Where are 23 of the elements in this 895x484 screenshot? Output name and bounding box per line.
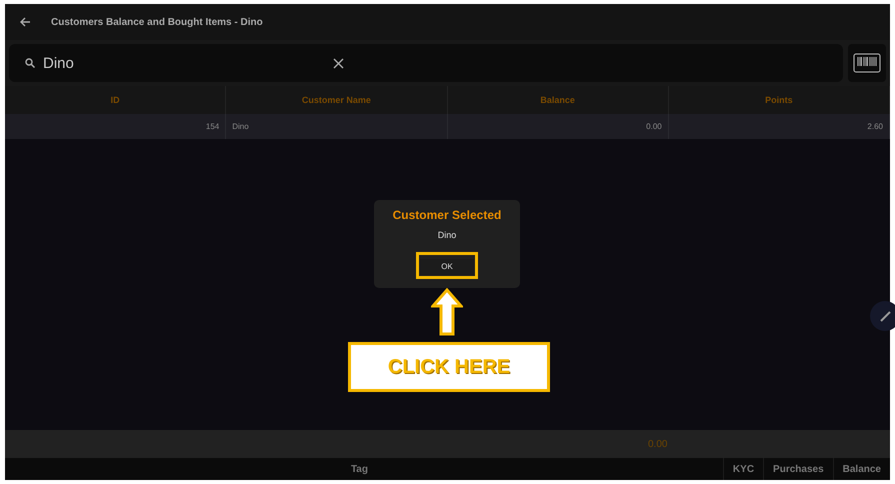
table-cell: 2.60 xyxy=(668,114,890,139)
bottom-tab[interactable]: KYC xyxy=(722,458,764,480)
bottom-tab[interactable]: Tag xyxy=(5,458,723,480)
total-balance: 0.00 xyxy=(648,438,668,450)
callout-label: CLICK HERE xyxy=(348,342,550,392)
table-row[interactable]: 154 Dino 0.00 2.60 xyxy=(5,114,890,139)
up-arrow-icon xyxy=(431,288,463,336)
barcode-button[interactable] xyxy=(848,44,886,82)
clear-icon[interactable] xyxy=(333,58,344,68)
dialog-title: Customer Selected xyxy=(392,208,502,222)
bottom-tab[interactable]: Purchases xyxy=(763,458,833,480)
window-title: Customers Balance and Bought Items - Dino xyxy=(51,16,263,28)
search-field[interactable]: Dino xyxy=(43,54,333,72)
barcode-icon xyxy=(853,53,881,73)
table-cell: Dino xyxy=(226,114,448,139)
dialog-message: Dino xyxy=(438,230,456,240)
back-arrow-icon[interactable] xyxy=(19,17,31,27)
edit-button[interactable] xyxy=(870,301,895,331)
table-cell: 0.00 xyxy=(448,114,669,139)
table-cell: 154 xyxy=(5,114,226,139)
ok-button[interactable]: OK xyxy=(420,258,474,274)
bottom-tab[interactable]: Balance xyxy=(832,458,890,480)
search-icon xyxy=(25,58,35,68)
